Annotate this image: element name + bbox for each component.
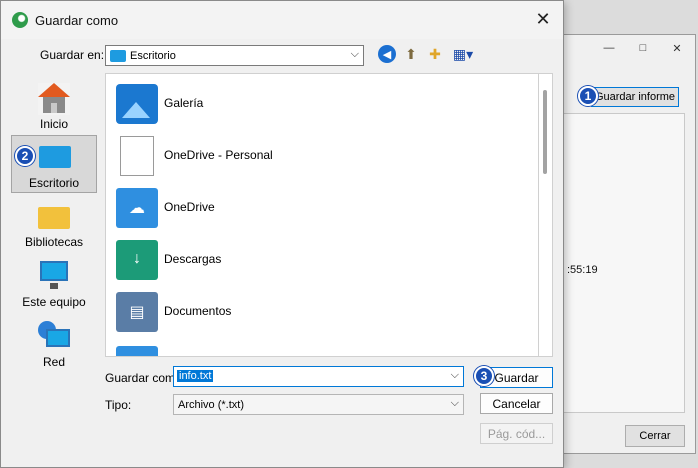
maximize-button[interactable]: □ (629, 39, 657, 57)
gallery-icon (116, 84, 158, 124)
item-label: OneDrive (164, 200, 215, 214)
list-item[interactable] (112, 342, 512, 356)
save-report-button[interactable]: Guardar informe (591, 87, 679, 107)
back-icon[interactable]: ◀ (378, 45, 396, 63)
chevron-down-icon: ⌵ (350, 48, 359, 60)
list-item[interactable]: Galería (112, 80, 512, 128)
onedrive-folder-icon: ☁ (116, 188, 158, 228)
desktop-folder-icon (110, 49, 126, 62)
desktop-icon (39, 146, 71, 168)
item-label: Documentos (164, 304, 232, 318)
place-label: Red (42, 355, 65, 369)
dialog-title: Guardar como (35, 13, 119, 28)
list-item[interactable]: OneDrive - Personal (112, 132, 512, 180)
home-icon (38, 83, 70, 115)
item-label: OneDrive - Personal (164, 148, 273, 162)
list-item[interactable]: ▤ Documentos (112, 288, 512, 336)
save-as-dialog: Guardar como ✕ Guardar en: Escritorio ⌵ … (0, 0, 564, 468)
documents-folder-icon: ▤ (116, 292, 158, 332)
window-controls: — □ ✕ (595, 39, 691, 57)
place-label: Inicio (39, 117, 68, 131)
save-in-label: Guardar en: (40, 48, 105, 62)
close-icon[interactable]: ✕ (533, 10, 553, 30)
cancel-button[interactable]: Cancelar (480, 393, 553, 414)
filename-value: info.txt (177, 370, 214, 382)
folder-icon (116, 346, 158, 356)
close-window-button[interactable]: Cerrar (625, 425, 685, 447)
codepage-button[interactable]: Pág. cód... (480, 423, 553, 444)
place-label: Este equipo (22, 295, 86, 309)
place-label: Escritorio (28, 176, 79, 190)
filename-field[interactable]: info.txt ⌵ (173, 366, 464, 387)
vertical-scrollbar[interactable] (539, 73, 553, 357)
close-button[interactable]: ✕ (663, 39, 691, 57)
place-this-pc[interactable]: Este equipo (11, 255, 97, 313)
file-type-select[interactable]: Archivo (*.txt) ⌵ (173, 394, 464, 415)
title-bar: Guardar como ✕ (1, 1, 563, 39)
filename-label: Guardar como (105, 371, 182, 385)
annotation-badge-1: 1 (578, 86, 598, 106)
annotation-badge-3: 3 (474, 366, 494, 386)
places-bar: Inicio Escritorio Bibliotecas Este equip… (11, 73, 99, 369)
up-folder-icon[interactable]: ⬆ (402, 45, 420, 63)
file-type-value: Archivo (*.txt) (178, 399, 245, 411)
file-type-label: Tipo: (105, 398, 132, 412)
scrollbar-thumb[interactable] (543, 90, 547, 174)
this-pc-icon (38, 261, 70, 293)
file-list: Galería OneDrive - Personal ☁ OneDrive ↓… (105, 73, 539, 357)
item-label: Descargas (164, 252, 222, 266)
network-icon (38, 321, 70, 353)
list-item[interactable]: ☁ OneDrive (112, 184, 512, 232)
libraries-icon (38, 207, 70, 229)
chevron-down-icon[interactable]: ⌵ (451, 369, 459, 382)
downloads-folder-icon: ↓ (116, 240, 158, 280)
item-label: Galería (164, 96, 204, 110)
place-home[interactable]: Inicio (11, 77, 97, 135)
time-text: :55:19 (567, 264, 598, 276)
chevron-down-icon: ⌵ (450, 397, 459, 409)
save-in-value: Escritorio (130, 49, 176, 62)
minimize-button[interactable]: — (595, 39, 623, 57)
annotation-badge-2: 2 (15, 146, 35, 166)
view-menu-icon[interactable]: ▦▾ (450, 45, 476, 63)
place-libraries[interactable]: Bibliotecas (11, 195, 97, 253)
new-folder-icon[interactable]: ✚ (426, 45, 444, 63)
navigation-toolbar: ◀ ⬆ ✚ ▦▾ (378, 45, 476, 63)
report-panel: :55:19 (561, 113, 685, 413)
save-in-dropdown[interactable]: Escritorio ⌵ (105, 45, 364, 66)
place-network[interactable]: Red (11, 315, 97, 373)
document-icon (120, 136, 154, 176)
app-icon (12, 12, 28, 28)
place-label: Bibliotecas (24, 235, 84, 249)
list-item[interactable]: ↓ Descargas (112, 236, 512, 284)
